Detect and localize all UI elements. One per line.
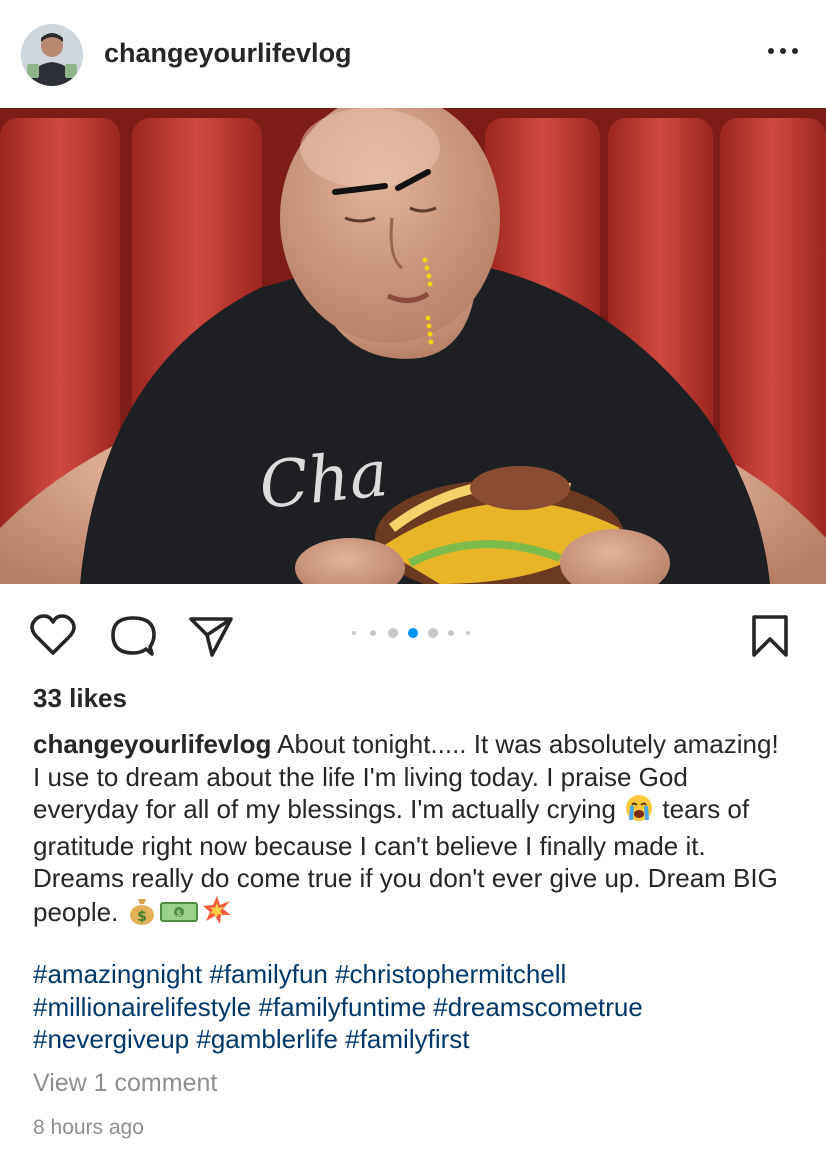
- post-photo: Cha: [0, 108, 826, 584]
- view-comments-link[interactable]: View 1 comment: [33, 1069, 217, 1098]
- carousel-dot: [448, 630, 454, 636]
- hashtag-link[interactable]: #christophermitchell: [335, 959, 566, 989]
- shirt-text: Cha: [256, 437, 391, 524]
- post-image[interactable]: Cha: [0, 108, 826, 584]
- more-dot: [780, 48, 786, 54]
- share-icon[interactable]: [188, 614, 234, 663]
- carousel-indicator: [348, 628, 478, 638]
- heart-icon[interactable]: [30, 614, 76, 661]
- hashtag-link[interactable]: #gamblerlife: [196, 1024, 338, 1054]
- comment-icon[interactable]: [110, 614, 156, 663]
- post-username[interactable]: changeyourlifevlog: [104, 38, 352, 69]
- svg-text:$: $: [137, 909, 147, 925]
- more-options-icon[interactable]: [760, 36, 806, 66]
- caption-username[interactable]: changeyourlifevlog: [33, 729, 271, 759]
- hashtag-link[interactable]: #amazingnight: [33, 959, 202, 989]
- avatar-image: [21, 24, 83, 86]
- dollar-bill-emoji-icon: $: [159, 899, 198, 933]
- carousel-dot: [370, 630, 376, 636]
- hashtag-link[interactable]: #familyfun: [209, 959, 328, 989]
- money-bag-emoji-icon: $: [128, 895, 156, 933]
- more-dot: [768, 48, 774, 54]
- hashtag-link[interactable]: #millionairelifestyle: [33, 992, 251, 1022]
- carousel-dot-active: [408, 628, 418, 638]
- hashtag-link[interactable]: #nevergiveup: [33, 1024, 189, 1054]
- bookmark-icon[interactable]: [750, 614, 790, 663]
- post-timestamp: 8 hours ago: [33, 1116, 144, 1139]
- hashtag-link[interactable]: #familyfirst: [345, 1024, 469, 1054]
- more-dot: [792, 48, 798, 54]
- collision-emoji-icon: [202, 895, 232, 933]
- carousel-dot: [388, 628, 398, 638]
- carousel-dot: [352, 631, 356, 635]
- hashtag-link[interactable]: #dreamscometrue: [433, 992, 643, 1022]
- hashtag-link[interactable]: #familyfuntime: [258, 992, 426, 1022]
- hashtags: #amazingnight #familyfun #christophermit…: [33, 958, 793, 1056]
- carousel-dot: [428, 628, 438, 638]
- avatar[interactable]: [21, 24, 83, 86]
- caption: changeyourlifevlog About tonight..... It…: [33, 728, 793, 932]
- svg-text:$: $: [176, 909, 182, 919]
- likes-count[interactable]: 33 likes: [33, 683, 127, 714]
- crying-emoji-icon: [625, 794, 653, 830]
- carousel-dot: [466, 631, 470, 635]
- post-header: changeyourlifevlog: [0, 0, 826, 108]
